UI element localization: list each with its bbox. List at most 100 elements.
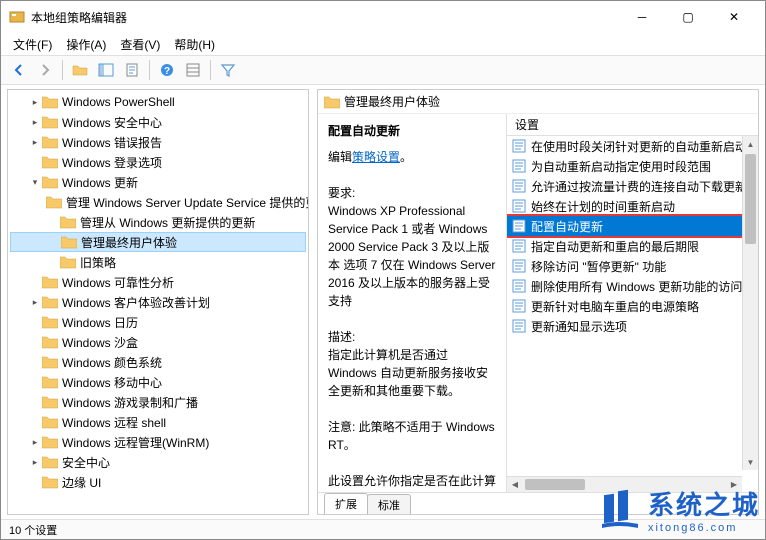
tree-item-label: Windows PowerShell: [62, 95, 175, 109]
setting-item-label: 配置自动更新: [531, 218, 603, 235]
setting-item-label: 指定自动更新和重启的最后期限: [531, 238, 699, 255]
setting-item[interactable]: 允许通过按流量计费的连接自动下载更新: [507, 176, 758, 196]
h-scroll-thumb[interactable]: [525, 479, 585, 490]
setting-item[interactable]: 指定自动更新和重启的最后期限: [507, 236, 758, 256]
description-pane: 配置自动更新 编辑策略设置。 要求: Windows XP Profession…: [318, 114, 506, 492]
scroll-left-button[interactable]: ◀: [507, 477, 523, 492]
tree-pane[interactable]: ▸Windows PowerShell▸Windows 安全中心▸Windows…: [7, 89, 309, 515]
tree-item[interactable]: ▸安全中心: [10, 452, 306, 472]
tree-item[interactable]: ▸ Windows PowerShell: [10, 92, 306, 112]
properties-button[interactable]: [181, 58, 205, 82]
tree-item[interactable]: 管理最终用户体验: [10, 232, 306, 252]
tree-item[interactable]: ▸Windows 客户体验改善计划: [10, 292, 306, 312]
tree-item[interactable]: Windows 游戏录制和广播: [10, 392, 306, 412]
expand-caret-icon[interactable]: ▸: [28, 455, 42, 469]
tree-item[interactable]: 边缘 UI: [10, 472, 306, 492]
menu-file[interactable]: 文件(F): [7, 34, 58, 55]
tree-item[interactable]: Windows 移动中心: [10, 372, 306, 392]
expand-caret-icon[interactable]: [28, 155, 42, 169]
expand-caret-icon[interactable]: ▸: [28, 95, 42, 109]
setting-item[interactable]: 配置自动更新: [507, 216, 758, 236]
expand-caret-icon[interactable]: [28, 395, 42, 409]
back-button[interactable]: [7, 58, 31, 82]
show-hide-tree-button[interactable]: [94, 58, 118, 82]
tree-item[interactable]: Windows 沙盒: [10, 332, 306, 352]
help-button[interactable]: ?: [155, 58, 179, 82]
menu-help[interactable]: 帮助(H): [168, 34, 221, 55]
expand-caret-icon[interactable]: ▸: [28, 435, 42, 449]
minimize-button[interactable]: ─: [619, 1, 665, 33]
up-button[interactable]: [68, 58, 92, 82]
folder-icon: [324, 95, 340, 109]
setting-item[interactable]: 在使用时段关闭针对更新的自动重新启动: [507, 136, 758, 156]
details-pane: 管理最终用户体验 配置自动更新 编辑策略设置。 要求: Windows XP P…: [317, 89, 759, 515]
expand-caret-icon[interactable]: [46, 215, 60, 229]
list-column-header[interactable]: 设置: [507, 114, 758, 136]
tree-item-label: 管理 Windows Server Update Service 提供的更新: [66, 194, 309, 211]
scroll-down-button[interactable]: ▼: [743, 454, 758, 470]
tree-item[interactable]: 旧策略: [10, 252, 306, 272]
export-button[interactable]: [120, 58, 144, 82]
setting-item-label: 为自动重新启动指定使用时段范围: [531, 158, 711, 175]
watermark-en: xitong86.com: [648, 522, 760, 534]
expand-caret-icon[interactable]: [28, 355, 42, 369]
scroll-thumb[interactable]: [745, 154, 756, 244]
tab-extended[interactable]: 扩展: [324, 493, 368, 514]
menu-view[interactable]: 查看(V): [114, 34, 166, 55]
setting-item[interactable]: 更新通知显示选项: [507, 316, 758, 336]
filter-button[interactable]: [216, 58, 240, 82]
forward-button[interactable]: [33, 58, 57, 82]
setting-item-label: 更新通知显示选项: [531, 318, 627, 335]
tree-item[interactable]: 管理 Windows Server Update Service 提供的更新: [10, 192, 306, 212]
expand-caret-icon[interactable]: [28, 275, 42, 289]
tree-item[interactable]: ▾Windows 更新: [10, 172, 306, 192]
tree-item[interactable]: 管理从 Windows 更新提供的更新: [10, 212, 306, 232]
expand-caret-icon[interactable]: ▾: [28, 175, 42, 189]
tab-standard[interactable]: 标准: [367, 494, 411, 515]
setting-item[interactable]: 为自动重新启动指定使用时段范围: [507, 156, 758, 176]
tree-item-label: Windows 错误报告: [62, 134, 162, 151]
tree-item[interactable]: ▸ Windows 安全中心: [10, 112, 306, 132]
setting-item[interactable]: 删除使用所有 Windows 更新功能的访问权限: [507, 276, 758, 296]
settings-list-pane: 设置 在使用时段关闭针对更新的自动重新启动为自动重新启动指定使用时段范围允许通过…: [506, 114, 758, 492]
splitter[interactable]: [311, 85, 315, 519]
expand-caret-icon[interactable]: [28, 375, 42, 389]
scroll-up-button[interactable]: ▲: [743, 136, 758, 152]
expand-caret-icon[interactable]: ▸: [28, 295, 42, 309]
close-button[interactable]: ✕: [711, 1, 757, 33]
vertical-scrollbar[interactable]: ▲ ▼: [742, 136, 758, 470]
setting-item[interactable]: 更新针对电脑车重启的电源策略: [507, 296, 758, 316]
menu-action[interactable]: 操作(A): [60, 34, 112, 55]
tree-item[interactable]: Windows 登录选项: [10, 152, 306, 172]
tree-item-label: Windows 安全中心: [62, 114, 162, 131]
maximize-button[interactable]: ▢: [665, 1, 711, 33]
edit-policy-link[interactable]: 策略设置: [352, 150, 400, 164]
expand-caret-icon[interactable]: [28, 315, 42, 329]
tree-item-label: 边缘 UI: [62, 474, 101, 491]
tree-item[interactable]: Windows 可靠性分析: [10, 272, 306, 292]
details-header: 管理最终用户体验: [318, 90, 758, 114]
content-area: ▸Windows PowerShell▸Windows 安全中心▸Windows…: [1, 85, 765, 519]
setting-item[interactable]: 始终在计划的时间重新启动: [507, 196, 758, 216]
tree-item[interactable]: Windows 日历: [10, 312, 306, 332]
expand-caret-icon[interactable]: [28, 415, 42, 429]
tree-item[interactable]: ▸ Windows 错误报告: [10, 132, 306, 152]
tree-item[interactable]: Windows 远程 shell: [10, 412, 306, 432]
expand-caret-icon[interactable]: ▸: [28, 135, 42, 149]
watermark: 系统之城 xitong86.com: [598, 485, 760, 534]
setting-item[interactable]: 移除访问 "暂停更新" 功能: [507, 256, 758, 276]
tree-item-label: Windows 颜色系统: [62, 354, 162, 371]
more-text: 此设置允许你指定是否在此计算机上启用自动更新。如果启用该服务，则必须在组策略设置…: [328, 472, 496, 492]
tree-item[interactable]: Windows 颜色系统: [10, 352, 306, 372]
expand-caret-icon[interactable]: [28, 335, 42, 349]
expand-caret-icon[interactable]: [28, 475, 42, 489]
settings-list[interactable]: 在使用时段关闭针对更新的自动重新启动为自动重新启动指定使用时段范围允许通过按流量…: [507, 136, 758, 336]
expand-caret-icon[interactable]: ▸: [28, 115, 42, 129]
description-label: 描述:: [328, 328, 496, 346]
tree-item[interactable]: ▸Windows 远程管理(WinRM): [10, 432, 306, 452]
tree-item-label: Windows 日历: [62, 314, 138, 331]
toolbar: ?: [1, 55, 765, 85]
tree-item-label: 管理从 Windows 更新提供的更新: [80, 214, 255, 231]
expand-caret-icon[interactable]: [46, 255, 60, 269]
expand-caret-icon[interactable]: [47, 235, 61, 249]
